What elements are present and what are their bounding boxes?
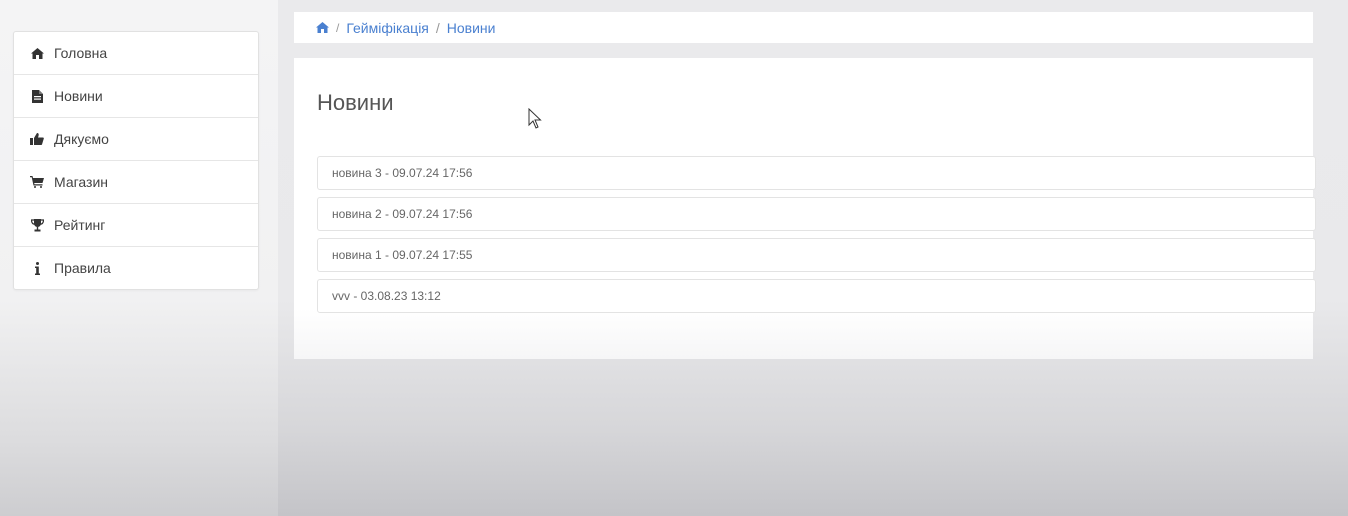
breadcrumb-link-news[interactable]: Новини — [447, 20, 496, 36]
breadcrumb-link-gamification[interactable]: Гейміфікація — [346, 20, 429, 36]
sidebar-item-label: Дякуємо — [54, 131, 109, 147]
news-item[interactable]: новина 1 - 09.07.24 17:55 — [317, 238, 1316, 272]
sidebar-item-shop[interactable]: Магазин — [14, 161, 258, 204]
sidebar-item-label: Головна — [54, 45, 108, 61]
page-title: Новини — [317, 90, 394, 115]
sidebar-item-label: Правила — [54, 260, 111, 276]
sidebar-item-label: Новини — [54, 88, 103, 104]
sidebar-item-rating[interactable]: Рейтинг — [14, 204, 258, 247]
breadcrumb-separator: / — [336, 20, 340, 35]
sidebar-item-thanks[interactable]: Дякуємо — [14, 118, 258, 161]
mouse-pointer-icon — [528, 107, 542, 135]
breadcrumb: / Гейміфікація / Новини — [294, 12, 1313, 43]
sidebar-item-label: Рейтинг — [54, 217, 106, 233]
thumbs-up-icon — [29, 133, 45, 145]
home-icon[interactable] — [316, 22, 329, 33]
sidebar-item-home[interactable]: Головна — [14, 32, 258, 75]
sidebar-menu: Головна Новини Дякуємо Магазин Рейтинг П… — [13, 31, 259, 290]
sidebar-item-rules[interactable]: Правила — [14, 247, 258, 289]
sidebar-item-label: Магазин — [54, 174, 109, 190]
news-item[interactable]: новина 3 - 09.07.24 17:56 — [317, 156, 1316, 190]
news-panel: Новини новина 3 - 09.07.24 17:56 новина … — [294, 58, 1316, 359]
home-icon — [29, 47, 45, 59]
trophy-icon — [29, 218, 45, 232]
sidebar-item-news[interactable]: Новини — [14, 75, 258, 118]
breadcrumb-separator: / — [435, 19, 440, 36]
info-icon — [29, 261, 45, 275]
document-icon — [29, 89, 45, 103]
news-item[interactable]: vvv - 03.08.23 13:12 — [317, 279, 1316, 313]
news-item[interactable]: новина 2 - 09.07.24 17:56 — [317, 197, 1316, 231]
cart-icon — [29, 176, 45, 188]
news-list: новина 3 - 09.07.24 17:56 новина 2 - 09.… — [317, 156, 1316, 320]
